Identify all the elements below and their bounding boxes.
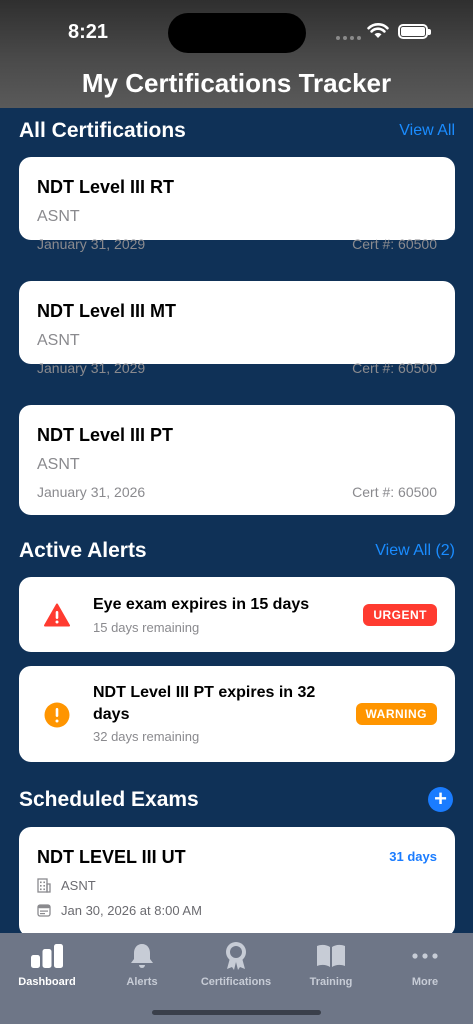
- battery-icon: [398, 24, 431, 39]
- chart-bars-icon: [31, 944, 63, 968]
- cert-expiry-date: January 31, 2029: [37, 360, 146, 376]
- exclamation-circle-icon: [44, 702, 70, 728]
- alert-remaining: 15 days remaining: [93, 620, 200, 635]
- cert-number: Cert #: 60500: [352, 360, 437, 376]
- cert-expiry-date: January 31, 2029: [37, 236, 146, 252]
- dynamic-island: [168, 13, 306, 53]
- cert-number: Cert #: 60500: [352, 484, 437, 500]
- alert-title: Eye exam expires in 15 days: [93, 596, 310, 613]
- view-all-certifications-link[interactable]: View All: [399, 122, 455, 140]
- urgent-badge: URGENT: [363, 604, 437, 626]
- add-exam-button[interactable]: +: [428, 787, 453, 812]
- cert-number: Cert #: 60500: [352, 236, 437, 252]
- exam-name: NDT LEVEL III UT: [37, 847, 186, 867]
- calendar-icon: [37, 904, 51, 917]
- cert-name: NDT Level III MT: [37, 301, 177, 321]
- certification-card[interactable]: NDT Level III MT ASNT January 31, 2029 C…: [19, 281, 455, 376]
- certification-card[interactable]: NDT Level III RT ASNT January 31, 2029 C…: [19, 157, 455, 252]
- tab-label: Certifications: [200, 976, 272, 988]
- exam-countdown: 31 days: [389, 849, 437, 864]
- cert-organization: ASNT: [37, 456, 80, 473]
- tab-label: Dashboard: [18, 976, 76, 988]
- exam-card[interactable]: NDT LEVEL III UT 31 days ASNT Jan 30, 20…: [19, 827, 455, 937]
- cert-organization: ASNT: [37, 332, 80, 349]
- exam-organization: ASNT: [61, 878, 96, 893]
- section-title-exams: Scheduled Exams: [19, 788, 199, 811]
- section-title-certifications: All Certifications: [19, 119, 186, 142]
- alert-card[interactable]: Eye exam expires in 15 days 15 days rema…: [19, 577, 455, 652]
- tab-label: More: [411, 976, 439, 988]
- book-icon: [317, 944, 345, 967]
- ellipsis-icon: [412, 953, 438, 959]
- exam-date-row: Jan 30, 2026 at 8:00 AM: [37, 903, 202, 918]
- alert-remaining: 32 days remaining: [93, 729, 200, 744]
- tab-label: Alerts: [126, 976, 158, 988]
- alert-card[interactable]: NDT Level III PT expires in 32 days 32 d…: [19, 666, 455, 762]
- tab-certifications[interactable]: Certifications: [189, 941, 283, 988]
- tab-label: Training: [309, 976, 353, 988]
- certification-card[interactable]: NDT Level III PT ASNT January 31, 2026 C…: [19, 405, 455, 515]
- tab-training[interactable]: Training: [284, 941, 378, 988]
- cert-expiry-date: January 31, 2026: [37, 484, 146, 500]
- warning-badge: WARNING: [355, 703, 437, 725]
- header: 8:21 My Certifications Tracker: [0, 0, 473, 108]
- cellular-signal-icon: [336, 36, 361, 40]
- award-icon: [226, 942, 246, 970]
- home-indicator: [152, 1010, 321, 1015]
- status-time: 8:21: [68, 21, 109, 43]
- section-title-alerts: Active Alerts: [19, 539, 147, 562]
- building-icon: [37, 878, 51, 893]
- cert-name: NDT Level III RT: [37, 177, 175, 197]
- cert-organization: ASNT: [37, 208, 80, 225]
- cert-name: NDT Level III PT: [37, 425, 174, 445]
- wifi-icon: [367, 23, 389, 38]
- tab-dashboard[interactable]: Dashboard: [0, 941, 94, 988]
- bell-icon: [131, 944, 153, 968]
- warning-triangle-icon: [44, 603, 70, 627]
- page-title: My Certifications Tracker: [81, 68, 392, 98]
- tab-alerts[interactable]: Alerts: [95, 941, 189, 988]
- alert-title: NDT Level III PT expires in 32 days: [93, 684, 316, 723]
- tab-more[interactable]: More: [378, 941, 472, 988]
- exam-org-row: ASNT: [37, 878, 96, 893]
- view-all-alerts-link[interactable]: View All (2): [375, 542, 455, 560]
- exam-datetime: Jan 30, 2026 at 8:00 AM: [61, 903, 202, 918]
